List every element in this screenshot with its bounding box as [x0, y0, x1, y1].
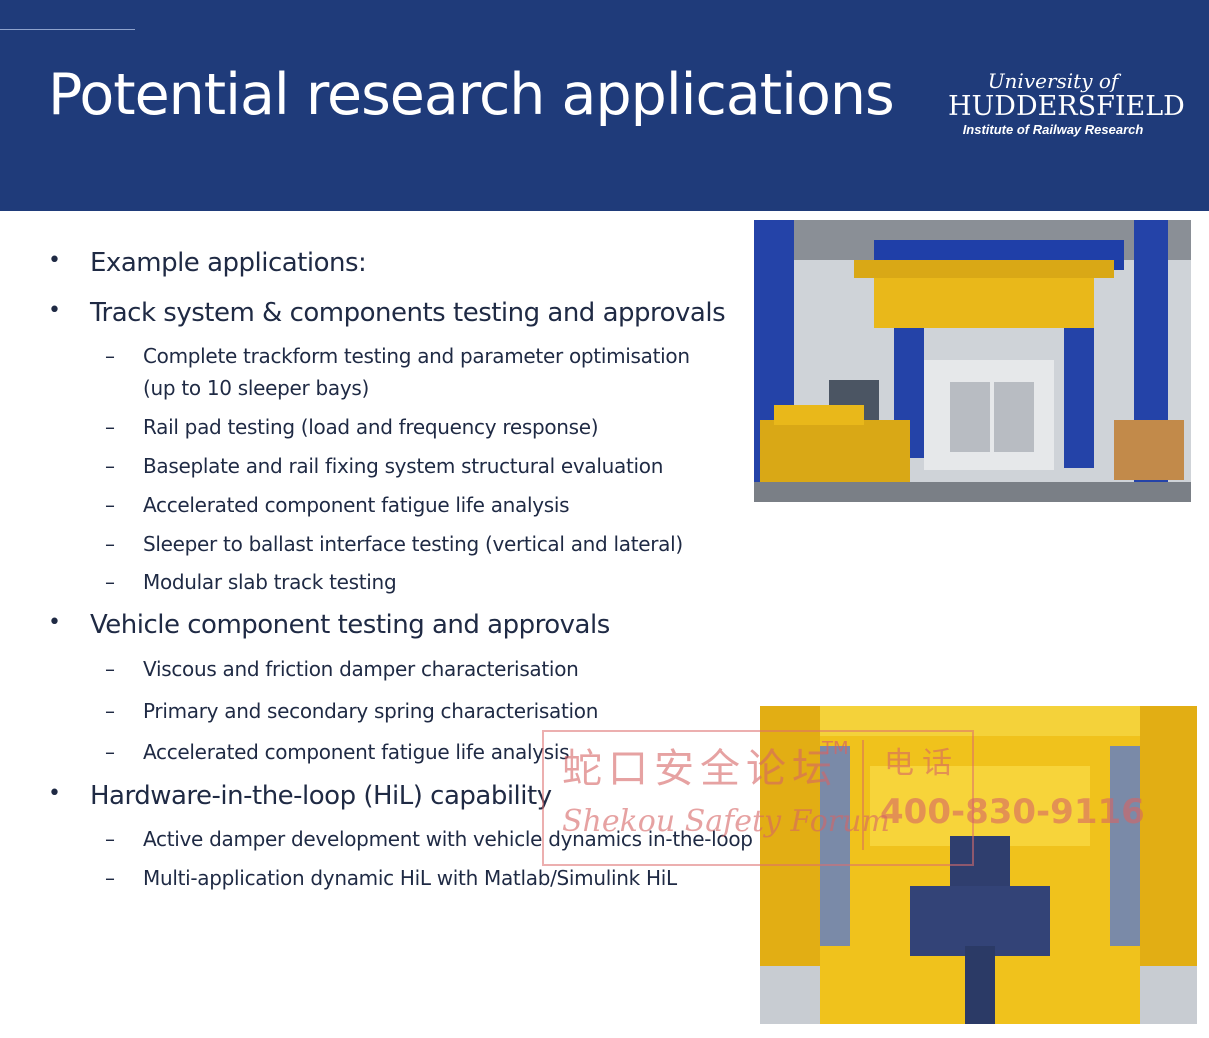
sub-bullet-item: – Modular slab track testing — [105, 570, 397, 594]
sub-bullet-item: – Multi-application dynamic HiL with Matl… — [105, 866, 677, 890]
sub-bullet-item: – Rail pad testing (load and frequency re… — [105, 415, 599, 439]
sub-bullet-marker: – — [105, 454, 115, 478]
sub-bullet-continuation: (up to 10 sleeper bays) — [143, 376, 369, 400]
sub-bullet-marker: – — [105, 657, 115, 681]
sub-bullet-item: – Accelerated component fatigue life anal… — [105, 493, 570, 517]
sub-bullet-marker: – — [105, 866, 115, 890]
bullet-item: • Example applications: — [48, 248, 367, 278]
sub-bullet-item: – Accelerated component fatigue life anal… — [105, 740, 570, 764]
bullet-text: Example applications: — [90, 248, 367, 278]
test-rig-lab-illustration — [754, 220, 1191, 502]
sub-bullet-text: Accelerated component fatigue life analy… — [143, 740, 570, 764]
sub-bullet-text: Accelerated component fatigue life analy… — [143, 493, 570, 517]
sub-bullet-item: – Active damper development with vehicle … — [105, 827, 753, 851]
bullet-marker: • — [48, 298, 61, 323]
logo-line-2: HUDDERSFIELD — [948, 91, 1185, 122]
bullet-item: • Vehicle component testing and approvals — [48, 610, 610, 640]
sub-bullet-marker: – — [105, 493, 115, 517]
sub-bullet-marker: – — [105, 570, 115, 594]
logo-line-3: Institute of Railway Research — [962, 122, 1144, 137]
page-title: Potential research applications — [48, 62, 895, 128]
header-rule — [0, 29, 135, 30]
bullet-text: Hardware-in-the-loop (HiL) capability — [90, 781, 552, 811]
bullet-text: Track system & components testing and ap… — [90, 298, 726, 328]
sub-bullet-text: Complete trackform testing and parameter… — [143, 344, 690, 368]
actuator-frame-illustration — [760, 706, 1197, 1024]
sub-bullet-item: – Sleeper to ballast interface testing (v… — [105, 532, 683, 556]
bullet-item: • Hardware-in-the-loop (HiL) capability — [48, 781, 552, 811]
bullet-item: • Track system & components testing and a… — [48, 298, 726, 328]
bullet-marker: • — [48, 610, 61, 635]
sub-bullet-text: Sleeper to ballast interface testing (ve… — [143, 532, 683, 556]
sub-bullet-item: – Complete trackform testing and paramete… — [105, 344, 690, 368]
sub-bullet-marker: – — [105, 344, 115, 368]
header-bar: Potential research applications Universi… — [0, 0, 1209, 211]
sub-bullet-marker: – — [105, 415, 115, 439]
sub-bullet-text: Rail pad testing (load and frequency res… — [143, 415, 599, 439]
sub-bullet-item: – Baseplate and rail fixing system struct… — [105, 454, 664, 478]
sub-bullet-text: Multi-application dynamic HiL with Matla… — [143, 866, 677, 890]
sub-bullet-text: (up to 10 sleeper bays) — [143, 376, 370, 400]
bullet-marker: • — [48, 248, 61, 273]
test-rig-lab-photo — [754, 220, 1191, 502]
sub-bullet-text: Primary and secondary spring characteris… — [143, 699, 599, 723]
logo-line-1: University of — [987, 69, 1119, 93]
bullet-text: Vehicle component testing and approvals — [90, 610, 610, 640]
bullet-marker: • — [48, 781, 61, 806]
sub-bullet-text: Active damper development with vehicle d… — [143, 827, 753, 851]
sub-bullet-item: – Viscous and friction damper characteris… — [105, 657, 579, 681]
sub-bullet-item: – Primary and secondary spring characteri… — [105, 699, 599, 723]
university-logo: University of HUDDERSFIELD Institute of … — [948, 69, 1185, 138]
sub-bullet-marker: – — [105, 532, 115, 556]
sub-bullet-text: Baseplate and rail fixing system structu… — [143, 454, 664, 478]
sub-bullet-marker: – — [105, 699, 115, 723]
actuator-frame-photo — [760, 706, 1197, 1024]
sub-bullet-marker: – — [105, 827, 115, 851]
sub-bullet-marker: – — [105, 740, 115, 764]
sub-bullet-text: Viscous and friction damper characterisa… — [143, 657, 579, 681]
sub-bullet-text: Modular slab track testing — [143, 570, 397, 594]
